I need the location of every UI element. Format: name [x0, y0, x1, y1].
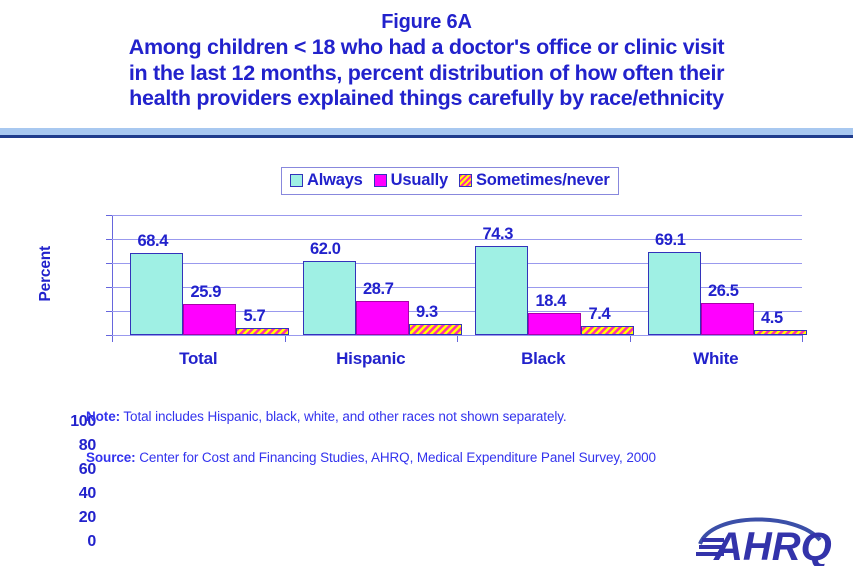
title-line-2: in the last 12 months, percent distribut…: [128, 60, 725, 85]
divider-rule: [0, 135, 853, 138]
x-axis-tick-3: [629, 336, 631, 342]
ahrq-logo-svg: AHRQ: [696, 517, 832, 569]
bar-white-always: [647, 252, 701, 335]
bar-hispanic-usually: [355, 300, 409, 335]
bar-value-total-always: 68.4: [137, 231, 169, 250]
bar-value-total-usually: 25.9: [190, 282, 222, 301]
note-lead: Note:: [86, 409, 120, 424]
bar-total-sometimes-never: [236, 328, 289, 335]
square-magenta-icon: [373, 174, 387, 187]
x-category-label-hispanic: Hispanic: [336, 349, 406, 368]
ahrq-logo-text: AHRQ: [713, 525, 832, 566]
bar-value-hispanic-sometimes: 9.3: [416, 302, 438, 321]
bar-white-usually: [700, 303, 754, 335]
legend-label-sometimes: Sometimes/never: [475, 171, 610, 189]
title-block: Figure 6A Among children < 18 who had a …: [0, 0, 853, 112]
ahrq-logo: AHRQ: [684, 508, 844, 569]
bar-value-black-always: 74.3: [482, 224, 514, 243]
bar-value-black-sometimes: 7.4: [588, 305, 611, 324]
bar-value-white-usually: 26.5: [708, 282, 739, 301]
square-cyan-icon: [290, 174, 303, 187]
y-tick-label-40: 40: [78, 485, 97, 502]
bar-value-white-always: 69.1: [655, 231, 686, 250]
y-axis-title: Percent: [37, 246, 54, 302]
figure-label: Figure 6A: [381, 11, 472, 33]
source-body: Center for Cost and Financing Studies, A…: [135, 450, 656, 465]
title-line-3: health providers explained things carefu…: [129, 86, 724, 110]
divider-band: [0, 128, 853, 135]
x-axis-tick-0: [112, 336, 113, 342]
source-text: Source: Center for Cost and Financing St…: [86, 450, 656, 465]
bar-hispanic-sometimes-never: [408, 323, 462, 335]
bar-total-always: [130, 252, 183, 335]
bar-value-white-sometimes: 4.5: [761, 308, 783, 327]
gridline-100: [112, 215, 802, 216]
bar-total-usually: [183, 303, 236, 335]
legend-label-always: Always: [307, 171, 363, 189]
y-axis-tick-60: [106, 263, 112, 264]
bar-white-sometimes-never: [753, 329, 807, 335]
bar-value-hispanic-always: 62.0: [310, 239, 341, 258]
legend-item-sometimes: Sometimes/never: [458, 171, 610, 190]
x-category-label-total: Total: [179, 349, 218, 368]
bar-black-always: [475, 245, 528, 335]
bar-value-black-usually: 18.4: [535, 291, 567, 310]
y-axis-tick-100: [106, 215, 112, 216]
plot-area: [112, 215, 807, 336]
bar-hispanic-always: [302, 260, 356, 335]
y-axis-tick-labels: 0 20 40 60 80 100: [60, 207, 104, 550]
x-axis-tick-2: [457, 336, 458, 342]
y-axis-tick-80: [106, 239, 112, 240]
y-axis-tick-20: [106, 311, 112, 312]
legend-item-always: Always: [290, 171, 363, 190]
note-body: Total includes Hispanic, black, white, a…: [120, 409, 567, 424]
x-axis-tick-end: [802, 336, 803, 342]
bar-black-usually: [528, 312, 581, 335]
y-axis-tick-40: [106, 287, 112, 288]
title-line-1: Among children < 18 who had a doctor's o…: [128, 35, 725, 59]
legend-item-usually: Usually: [373, 171, 448, 190]
legend-label-usually: Usually: [390, 171, 448, 189]
bar-black-sometimes-never: [581, 326, 634, 335]
bar-value-hispanic-usually: 28.7: [363, 279, 394, 298]
page-title: Among children < 18 who had a doctor's o…: [0, 35, 853, 112]
x-category-label-black: Black: [521, 349, 566, 368]
header-divider: [0, 128, 853, 138]
gridline-80: [112, 239, 802, 240]
y-tick-label-0: 0: [87, 533, 96, 550]
chart-legend: Always Usually Sometimes/never: [281, 167, 619, 195]
bar-value-total-sometimes: 5.7: [243, 307, 266, 326]
source-lead: Source:: [86, 450, 136, 465]
y-tick-label-20: 20: [78, 509, 97, 526]
note-text: Note: Total includes Hispanic, black, wh…: [86, 409, 567, 424]
x-axis-tick-1: [284, 336, 286, 342]
x-category-label-white: White: [693, 349, 739, 368]
square-striped-yellow-icon: [458, 174, 472, 187]
